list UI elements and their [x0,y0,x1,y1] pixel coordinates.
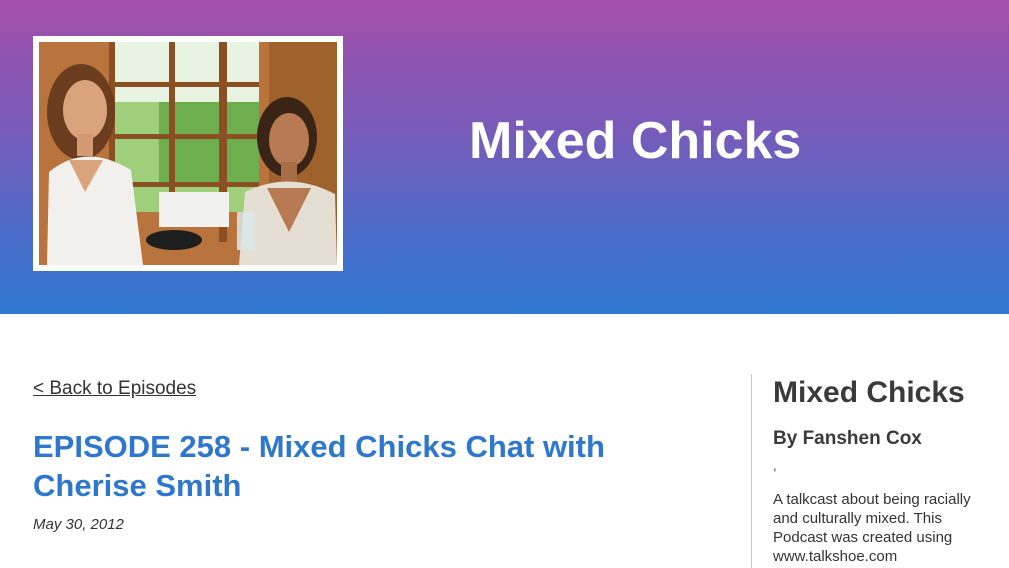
sidebar-description: A talkcast about being racially and cult… [773,491,971,565]
sidebar-podcast-title: Mixed Chicks [773,376,965,409]
episode-title: EPISODE 258 - Mixed Chicks Chat with Che… [33,429,605,503]
podcast-cover-image [33,36,343,271]
back-to-episodes-link[interactable]: < Back to Episodes [33,378,196,400]
site-title: Mixed Chicks [469,112,802,170]
site-header: Mixed Chicks [0,0,1009,314]
episode-date: May 30, 2012 [33,516,124,533]
sidebar-divider [751,374,752,568]
sidebar-author: By Fanshen Cox [773,428,922,449]
sidebar-separator: , [773,458,777,473]
